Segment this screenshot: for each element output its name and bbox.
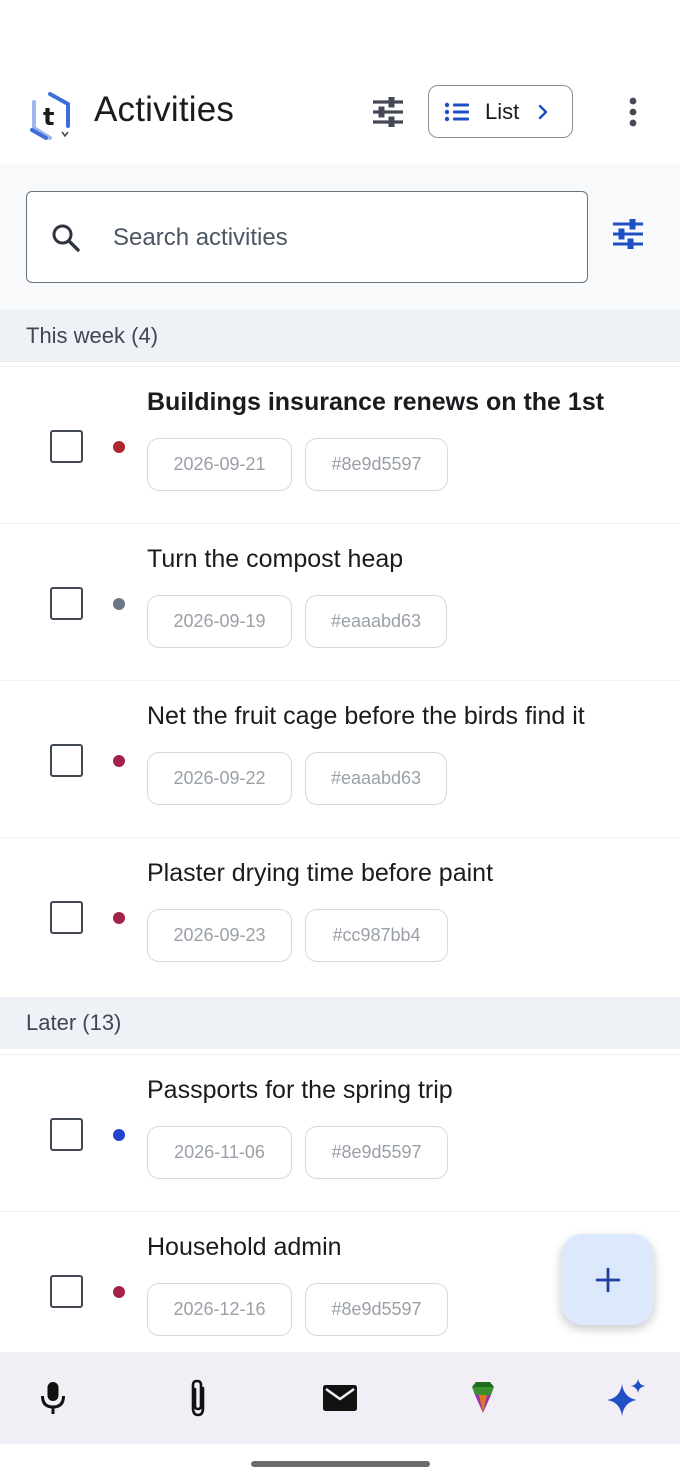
task-date-chip[interactable]: 2026-09-21	[147, 438, 292, 491]
task-row[interactable]: Passports for the spring trip 2026-11-06…	[0, 1054, 680, 1204]
chevron-right-icon	[539, 104, 548, 119]
task-date-chip[interactable]: 2026-09-19	[147, 595, 292, 648]
ai-assist-button[interactable]	[605, 1376, 649, 1420]
task-date-chip[interactable]: 2026-09-23	[147, 909, 292, 962]
section-header-this-week: This week (4)	[0, 310, 680, 362]
sparkle-icon	[607, 1379, 645, 1416]
task-tag-chip[interactable]: #eaaabd63	[305, 752, 447, 805]
list-icon	[444, 102, 469, 121]
task-date-chip[interactable]: 2026-11-06	[147, 1126, 292, 1179]
task-title: Plaster drying time before paint	[147, 859, 494, 887]
task-tag-chip[interactable]: #8e9d5597	[305, 1283, 448, 1336]
task-row[interactable]: Turn the compost heap 2026-09-19 #eaaabd…	[0, 523, 680, 673]
task-checkbox[interactable]	[50, 744, 83, 777]
voice-input-button[interactable]	[31, 1376, 75, 1420]
filter-icon	[613, 219, 643, 249]
section-label: Later (13)	[26, 1010, 122, 1035]
view-mode-button[interactable]: List	[428, 85, 573, 138]
mic-icon	[41, 1382, 65, 1414]
gem-button[interactable]	[461, 1376, 505, 1420]
tune-icon	[373, 97, 403, 127]
section-label: This week (4)	[26, 323, 159, 348]
task-checkbox[interactable]	[50, 587, 83, 620]
priority-dot	[113, 598, 125, 610]
plus-icon	[595, 1267, 620, 1292]
task-title: Buildings insurance renews on the 1st	[147, 388, 605, 416]
more-vert-icon	[629, 97, 637, 127]
task-checkbox[interactable]	[50, 1275, 83, 1308]
priority-dot	[113, 1129, 125, 1141]
app-header: t Activities List	[0, 78, 680, 144]
email-button[interactable]	[318, 1376, 362, 1420]
task-tag-chip[interactable]: #cc987bb4	[305, 909, 448, 962]
task-row[interactable]: Plaster drying time before paint 2026-09…	[0, 837, 680, 987]
task-title: Net the fruit cage before the birds find…	[147, 702, 585, 730]
more-options-button[interactable]	[618, 92, 648, 132]
task-title: Turn the compost heap	[147, 545, 404, 573]
section-header-later: Later (13)	[0, 997, 680, 1049]
task-checkbox[interactable]	[50, 1118, 83, 1151]
svg-text:t: t	[43, 103, 54, 131]
task-tag-chip[interactable]: #8e9d5597	[305, 1126, 448, 1179]
bottom-action-bar	[0, 1352, 680, 1444]
priority-dot	[113, 1286, 125, 1298]
attach-button[interactable]	[176, 1376, 220, 1420]
task-row[interactable]: Buildings insurance renews on the 1st 20…	[0, 366, 680, 516]
priority-dot	[113, 912, 125, 924]
paperclip-icon	[191, 1379, 205, 1417]
add-activity-button[interactable]	[561, 1234, 654, 1325]
mail-icon	[323, 1385, 357, 1411]
app-logo-icon: t	[30, 92, 70, 140]
view-mode-label: List	[485, 98, 520, 124]
task-checkbox[interactable]	[50, 430, 83, 463]
task-row[interactable]: Net the fruit cage before the birds find…	[0, 680, 680, 830]
priority-dot	[113, 441, 125, 453]
search-input[interactable]	[113, 216, 553, 260]
search-area	[0, 164, 680, 310]
filter-button[interactable]	[606, 212, 650, 256]
page-title: Activities	[94, 90, 235, 129]
task-date-chip[interactable]: 2026-09-22	[147, 752, 292, 805]
home-indicator[interactable]	[251, 1461, 430, 1467]
tune-button[interactable]	[366, 92, 410, 132]
task-title: Household admin	[147, 1233, 342, 1261]
task-date-chip[interactable]: 2026-12-16	[147, 1283, 292, 1336]
priority-dot	[113, 755, 125, 767]
task-title: Passports for the spring trip	[147, 1076, 453, 1104]
search-icon	[52, 224, 80, 252]
task-checkbox[interactable]	[50, 901, 83, 934]
task-tag-chip[interactable]: #8e9d5597	[305, 438, 448, 491]
search-box	[26, 191, 588, 283]
gem-icon	[472, 1382, 494, 1413]
task-tag-chip[interactable]: #eaaabd63	[305, 595, 447, 648]
